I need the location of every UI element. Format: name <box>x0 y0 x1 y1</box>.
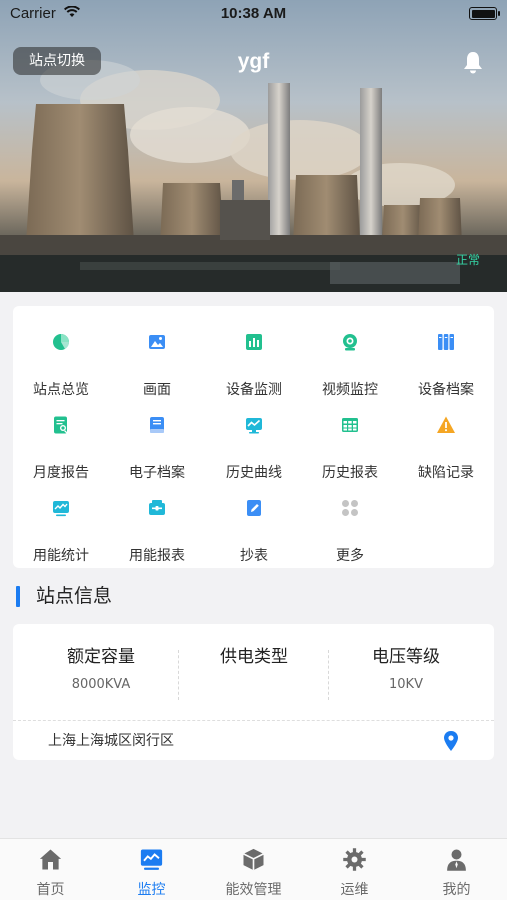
grid-item-label: 画面 <box>143 382 171 398</box>
voltage-column: 电压等级 10KV <box>331 646 481 693</box>
grid-item-label: 电子档案 <box>129 465 185 481</box>
voltage-value: 10KV <box>389 677 423 692</box>
line-chart-icon <box>244 415 264 435</box>
grid-item-bar-chart[interactable]: 设备监测 <box>206 328 302 398</box>
grid-item-trend[interactable]: 用能统计 <box>13 494 109 564</box>
grid-item-label: 历史曲线 <box>226 465 282 481</box>
picture-icon <box>147 332 167 352</box>
cube-icon <box>241 847 266 872</box>
clock: 10:38 AM <box>220 5 287 22</box>
grid-item-line-chart[interactable]: 历史曲线 <box>206 411 302 481</box>
grid-item-label: 更多 <box>336 548 364 564</box>
grid-item-book[interactable]: 电子档案 <box>109 411 205 481</box>
grid-item-edit[interactable]: 抄表 <box>206 494 302 564</box>
grid-item-picture[interactable]: 画面 <box>109 328 205 398</box>
archive-icon <box>436 332 456 352</box>
power-plant-image <box>0 60 507 292</box>
grid-item-table[interactable]: 历史报表 <box>302 411 398 481</box>
grid-item-warning[interactable]: 缺陷记录 <box>398 411 494 481</box>
grid-item-camera[interactable]: 视频监控 <box>302 328 398 398</box>
user-icon <box>444 847 469 872</box>
grid-item-label: 设备档案 <box>418 382 474 398</box>
home-icon <box>38 847 63 872</box>
grid-item-label: 站点总览 <box>33 382 89 398</box>
capacity-label: 额定容量 <box>67 647 135 667</box>
tab-gear[interactable]: 运维 <box>304 839 405 900</box>
row-divider <box>13 720 494 721</box>
bar-chart-icon <box>244 332 264 352</box>
tab-label: 我的 <box>442 882 471 898</box>
trend-icon <box>51 498 71 518</box>
section-title: 站点信息 <box>36 585 113 607</box>
tab-label: 能效管理 <box>225 882 282 898</box>
grid-item-label: 视频监控 <box>322 382 378 398</box>
tab-cube[interactable]: 能效管理 <box>203 839 304 900</box>
book-icon <box>147 415 167 435</box>
status-badge: 正常 <box>455 253 480 267</box>
grid-item-label: 月度报告 <box>33 465 89 481</box>
more-icon <box>340 498 360 518</box>
gear-icon <box>342 847 367 872</box>
grid-item-label: 抄表 <box>240 548 268 564</box>
tab-bar: 首页 监控 能效管理 运维 我的 <box>0 838 507 900</box>
grid-item-label: 历史报表 <box>322 465 378 481</box>
grid-item-report-search[interactable]: 月度报告 <box>13 411 109 481</box>
tab-label: 首页 <box>36 882 65 898</box>
grid-item-more[interactable]: 更多 <box>302 494 398 564</box>
pie-chart-icon <box>51 332 71 352</box>
tab-user[interactable]: 我的 <box>406 839 507 900</box>
supply-type-column: 供电类型 <box>179 646 329 677</box>
box-report-icon <box>147 498 167 518</box>
grid-item-label: 用能报表 <box>129 548 185 564</box>
grid-item-archive[interactable]: 设备档案 <box>398 328 494 398</box>
site-info-card: 额定容量 8000KVA 供电类型 电压等级 10KV 上海上海城区闵行区 <box>13 624 494 760</box>
tab-label: 运维 <box>340 882 369 898</box>
grid-item-box-report[interactable]: 用能报表 <box>109 494 205 564</box>
function-grid: 站点总览 画面 设备监测 视频监控 设备档案月度报告 电子档案 历史曲线 历史报表 缺陷记录用能… <box>13 306 494 568</box>
grid-item-pie-chart[interactable]: 站点总览 <box>13 328 109 398</box>
edit-icon <box>244 498 264 518</box>
monitor-icon <box>139 847 164 872</box>
grid-item-label: 设备监测 <box>226 382 282 398</box>
bell-icon[interactable] <box>462 50 484 74</box>
address-text: 上海上海城区闵行区 <box>48 733 174 749</box>
section-accent-bar <box>16 586 20 607</box>
supply-type-label: 供电类型 <box>220 647 288 667</box>
capacity-value: 8000KVA <box>71 677 131 692</box>
report-search-icon <box>51 415 71 435</box>
grid-item-label: 缺陷记录 <box>418 465 474 481</box>
voltage-label: 电压等级 <box>372 647 440 667</box>
battery-icon <box>469 7 500 20</box>
column-divider <box>328 650 329 700</box>
tab-home[interactable]: 首页 <box>0 839 101 900</box>
table-icon <box>340 415 360 435</box>
location-pin-icon[interactable] <box>443 731 459 751</box>
capacity-column: 额定容量 8000KVA <box>26 646 176 693</box>
grid-item-label: 用能统计 <box>33 548 89 564</box>
camera-icon <box>340 332 360 352</box>
site-title: ygf <box>237 50 270 73</box>
tab-label: 监控 <box>137 882 166 898</box>
warning-icon <box>436 415 456 435</box>
status-bar: Carrier 10:38 AM <box>0 4 507 26</box>
tab-monitor[interactable]: 监控 <box>101 839 202 900</box>
hero-banner: Carrier 10:38 AM 站点切换 ygf 正常 <box>0 0 507 292</box>
